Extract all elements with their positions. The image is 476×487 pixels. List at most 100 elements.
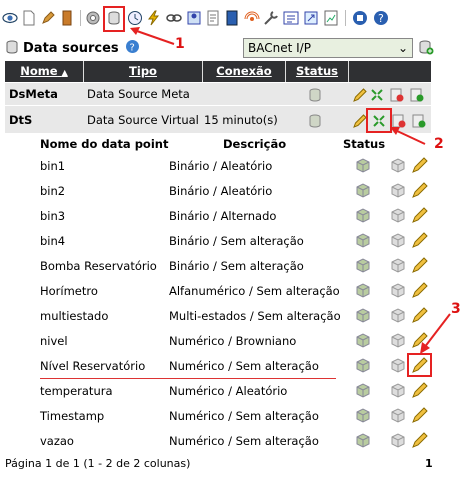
document-icon[interactable]: [21, 10, 37, 26]
status-icon[interactable]: [355, 382, 371, 398]
table-row: bin2 Binário / Aleatório: [0, 179, 476, 203]
edit-icon[interactable]: [412, 257, 428, 273]
datasource-connection: 15 minuto(s): [204, 113, 278, 127]
antenna-icon[interactable]: [244, 10, 260, 26]
row-underline: [40, 378, 336, 379]
datapoint-description: Binário / Alternado: [169, 209, 277, 223]
edit-icon[interactable]: [353, 113, 367, 135]
column-header-connection[interactable]: Conexão: [203, 61, 285, 82]
datapoint-description: Numérico / Sem alteração: [169, 359, 319, 373]
status-icon[interactable]: [355, 157, 371, 173]
datapoint-description: Numérico / Aleatório: [169, 384, 288, 398]
datapoint-description: Binário / Aleatório: [169, 184, 273, 198]
table-row: vazao Numérico / Sem alteração: [0, 429, 476, 453]
datapoint-name: vazao: [40, 434, 74, 448]
datapoint-name: bin4: [40, 234, 66, 248]
toolbar: ?: [0, 0, 476, 34]
page-number[interactable]: 1: [425, 457, 433, 470]
annotation-1: 1: [175, 36, 185, 52]
notebook-icon[interactable]: [224, 10, 240, 26]
disable-icon[interactable]: [390, 157, 406, 173]
datapoint-description: Multi-estados / Sem alteração: [169, 309, 341, 323]
datapoint-name: bin2: [40, 184, 66, 198]
help-icon[interactable]: ?: [373, 10, 389, 26]
select-value: BACnet I/P: [248, 41, 311, 55]
status-icon[interactable]: [355, 257, 371, 273]
table-row: DsMeta Data Source Meta: [5, 83, 431, 106]
edit-icon[interactable]: [412, 157, 428, 173]
wrench-icon[interactable]: [263, 10, 279, 26]
datasource-type-select[interactable]: BACnet I/P ⌄: [243, 38, 413, 58]
table-row: multiestado Multi-estados / Sem alteração: [0, 304, 476, 328]
edit-icon[interactable]: [412, 232, 428, 248]
status-icon[interactable]: [355, 407, 371, 423]
edit-icon[interactable]: [412, 182, 428, 198]
datapoint-name: bin1: [40, 159, 66, 173]
book-icon[interactable]: [59, 10, 75, 26]
disable-icon[interactable]: [390, 382, 406, 398]
chevron-down-icon: ⌄: [397, 41, 408, 55]
status-icon[interactable]: [355, 432, 371, 448]
eye-icon[interactable]: [2, 10, 18, 26]
table-row: Nível Reservatório Numérico / Sem alteraç…: [0, 354, 476, 378]
chart-icon[interactable]: [323, 10, 339, 26]
page-title: Data sources: [23, 41, 119, 56]
disable-icon[interactable]: [390, 357, 406, 373]
edit-icon[interactable]: [412, 432, 428, 448]
column-header-type[interactable]: Tipo: [84, 61, 202, 82]
status-icon[interactable]: [355, 307, 371, 323]
pagination-text: Página 1 de 1 (1 - 2 de 2 colunas): [5, 457, 191, 470]
disable-icon[interactable]: [390, 307, 406, 323]
pen-icon[interactable]: [40, 10, 56, 26]
datasource-name: DsMeta: [9, 87, 58, 101]
disable-icon[interactable]: [390, 207, 406, 223]
datapoint-name: Timestamp: [40, 409, 105, 423]
disable-icon[interactable]: [390, 432, 406, 448]
edit-icon[interactable]: [412, 407, 428, 423]
table-row: bin4 Binário / Sem alteração: [0, 229, 476, 253]
datasource-type: Data Source Virtual: [87, 113, 199, 127]
disable-icon[interactable]: [390, 407, 406, 423]
status-icon[interactable]: [355, 357, 371, 373]
edit-icon[interactable]: [412, 282, 428, 298]
sort-asc-icon: ▲: [61, 68, 68, 77]
datapoint-name: Bomba Reservatório: [40, 259, 157, 273]
status-icon[interactable]: [355, 182, 371, 198]
datapoint-description: Numérico / Sem alteração: [169, 409, 319, 423]
status-icon[interactable]: [355, 282, 371, 298]
stop-icon[interactable]: [352, 10, 368, 26]
user-icon[interactable]: [186, 10, 202, 26]
disable-icon[interactable]: [390, 257, 406, 273]
disable-icon[interactable]: [390, 232, 406, 248]
datapoint-name: bin3: [40, 209, 66, 223]
docs-icon[interactable]: [205, 10, 221, 26]
highlight-box-3: [407, 353, 432, 377]
datapoint-name: temperatura: [40, 384, 113, 398]
edit-icon[interactable]: [412, 382, 428, 398]
gear-icon[interactable]: [85, 10, 101, 26]
highlight-box-1: [103, 6, 125, 32]
table-row: Horímetro Alfanumérico / Sem alteração: [0, 279, 476, 303]
column-header-status[interactable]: Status: [286, 61, 348, 82]
datasource-title-icon: [4, 39, 20, 58]
status-icon[interactable]: [355, 332, 371, 348]
edit-icon[interactable]: [412, 207, 428, 223]
help-icon[interactable]: ?: [125, 39, 140, 57]
status-icon[interactable]: [308, 113, 322, 135]
disable-icon[interactable]: [390, 282, 406, 298]
status-icon[interactable]: [355, 232, 371, 248]
datapoint-description: Binário / Aleatório: [169, 159, 273, 173]
datapoint-description: Numérico / Sem alteração: [169, 434, 319, 448]
status-icon[interactable]: [355, 207, 371, 223]
disable-icon[interactable]: [390, 182, 406, 198]
disable-icon[interactable]: [390, 332, 406, 348]
arrow-2: [390, 127, 426, 145]
column-header-name[interactable]: Nome ▲: [5, 61, 83, 82]
datapoint-description: Numérico / Browniano: [169, 334, 297, 348]
points-header-status: Status: [343, 137, 386, 151]
export-icon[interactable]: [303, 10, 319, 26]
annotation-2: 2: [434, 136, 444, 152]
add-datasource-icon[interactable]: [418, 39, 434, 58]
points-header-name: Nome do data point: [40, 137, 169, 151]
list-icon[interactable]: [283, 10, 299, 26]
